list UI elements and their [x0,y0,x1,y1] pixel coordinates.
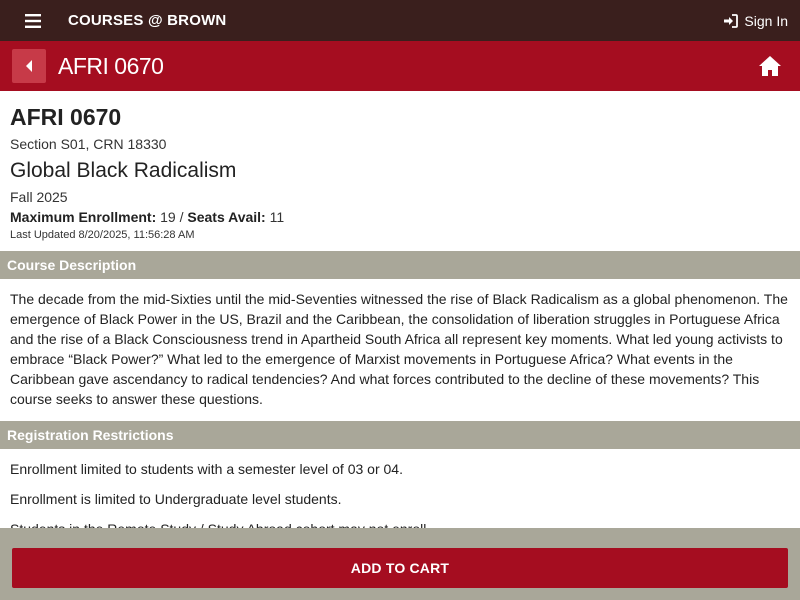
home-icon[interactable] [758,55,782,77]
enrollment-separator: / [179,209,184,225]
top-navbar: COURSES @ BROWN Sign In [0,0,800,41]
hamburger-icon [25,13,41,28]
sign-in-label: Sign In [744,12,788,29]
add-to-cart-button[interactable]: ADD TO CART [12,548,788,588]
max-enrollment-value: 19 [160,209,176,225]
restriction-item: Enrollment is limited to Undergraduate l… [10,491,342,507]
last-updated: Last Updated 8/20/2025, 11:56:28 AM [10,229,195,241]
header-title: AFRI 0670 [58,52,164,79]
caret-left-icon [26,60,32,72]
course-term: Fall 2025 [10,189,68,205]
restriction-item: Enrollment limited to students with a se… [10,461,403,477]
sign-in-button[interactable]: Sign In [723,0,788,41]
site-brand[interactable]: COURSES @ BROWN [68,12,226,29]
section-crn: Section S01, CRN 18330 [10,136,167,152]
sign-in-icon [724,13,739,28]
course-code: AFRI 0670 [10,104,122,130]
course-header-bar: AFRI 0670 [0,41,800,91]
registration-restrictions-heading: Registration Restrictions [0,421,800,449]
max-enrollment-label: Maximum Enrollment: [10,209,157,225]
enrollment-info: Maximum Enrollment: 19 / Seats Avail: 11 [10,207,790,227]
menu-button[interactable] [17,5,49,37]
seats-avail-value: 11 [269,209,285,225]
course-description-text: The decade from the mid-Sixties until th… [10,291,788,407]
cart-footer: ADD TO CART [0,528,800,600]
course-details: AFRI 0670 Section S01, CRN 18330 Global … [10,103,790,243]
course-title: Global Black Radicalism [10,159,237,182]
course-description-heading: Course Description [0,251,800,279]
back-button[interactable] [12,49,46,83]
seats-avail-label: Seats Avail: [187,209,266,225]
